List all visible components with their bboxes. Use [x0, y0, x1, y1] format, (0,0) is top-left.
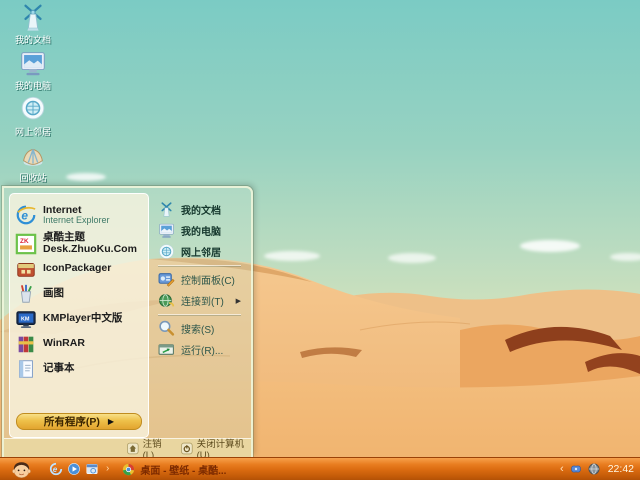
menu-item-title: WinRAR: [43, 338, 85, 349]
menu-item-title: IconPackager: [43, 263, 111, 274]
start-menu-right-column: 我的文档 我的电脑: [149, 188, 251, 438]
log-off-icon: [127, 442, 139, 455]
recycle-bin-icon: [18, 140, 48, 170]
quicklaunch-overflow-chevron[interactable]: ›: [106, 464, 109, 474]
start-button[interactable]: [0, 458, 42, 480]
desktop-icon-my-computer[interactable]: 我的电脑: [4, 48, 62, 92]
taskbar: e › 桌面 - 壁纸 - 桌酷...: [0, 457, 640, 480]
menu-item-label: 控制面板(C): [181, 272, 235, 287]
zhuoku-theme-icon: ZK: [15, 233, 37, 255]
browser-task-icon: [122, 463, 135, 476]
search-icon: [158, 320, 175, 337]
start-menu-item-notepad[interactable]: 记事本: [13, 356, 145, 381]
system-tray: ‹ 22:42: [560, 463, 634, 475]
start-menu-item-control-panel[interactable]: 控制面板(C): [156, 269, 249, 290]
shutdown-power-icon: [181, 442, 193, 455]
start-menu-left-column: e Internet Internet Explorer ZK 桌酷主题Desk…: [9, 193, 149, 438]
taskbar-clock[interactable]: 22:42: [608, 463, 634, 475]
start-menu-item-iconpackager[interactable]: IconPackager: [13, 256, 145, 281]
desktop-icon-recycle-bin[interactable]: 回收站: [4, 140, 62, 184]
paint-icon: [15, 283, 37, 305]
internet-explorer-icon: e: [15, 204, 37, 226]
start-menu-item-search[interactable]: 搜索(S): [156, 318, 249, 339]
menu-item-title: 记事本: [43, 363, 75, 374]
task-item-label: 桌面 - 壁纸 - 桌酷...: [140, 462, 226, 477]
menu-separator: [158, 314, 241, 315]
run-icon: [158, 341, 175, 358]
start-face-icon: [11, 459, 32, 480]
start-menu-item-my-computer[interactable]: 我的电脑: [156, 220, 249, 241]
menu-item-label: 我的电脑: [181, 223, 221, 238]
all-programs-label: 所有程序(P): [44, 414, 100, 429]
network-places-icon: [18, 94, 48, 124]
desktop[interactable]: 我的文档 我的电脑 网上邻居 回收站: [0, 0, 640, 480]
my-computer-icon: [18, 48, 48, 78]
quicklaunch-ie-icon[interactable]: e: [49, 462, 63, 476]
svg-text:e: e: [21, 209, 28, 223]
desktop-icon-label: 我的电脑: [15, 79, 51, 92]
tray-collapse-chevron[interactable]: ‹: [560, 464, 564, 475]
submenu-arrow-icon: ▶: [108, 417, 114, 426]
svg-text:KM: KM: [21, 316, 30, 322]
menu-item-title: KMPlayer中文版: [43, 313, 122, 324]
svg-text:e: e: [53, 465, 58, 474]
start-menu-item-connect-to[interactable]: 连接到(T) ▶: [156, 290, 249, 311]
menu-item-subtitle: Internet Explorer: [43, 216, 110, 225]
tray-messenger-icon[interactable]: [570, 463, 582, 475]
menu-item-title: 画图: [43, 288, 64, 299]
taskbar-task-item[interactable]: 桌面 - 壁纸 - 桌酷...: [122, 462, 226, 477]
menu-item-label: 我的文档: [181, 202, 221, 217]
quicklaunch-media-player-icon[interactable]: [67, 462, 81, 476]
desktop-icon-label: 网上邻居: [15, 125, 51, 138]
submenu-arrow-icon: ▶: [236, 297, 241, 305]
desktop-icon-label: 回收站: [19, 171, 46, 184]
quicklaunch-explorer-icon[interactable]: [85, 462, 99, 476]
menu-item-label: 搜索(S): [181, 321, 214, 336]
all-programs-button[interactable]: 所有程序(P) ▶: [16, 413, 142, 430]
start-menu-item-kmplayer[interactable]: KM KMPlayer中文版: [13, 306, 145, 331]
menu-separator: [158, 265, 241, 266]
tray-globe-icon[interactable]: [588, 463, 600, 475]
notepad-icon: [15, 358, 37, 380]
start-menu-item-network-places[interactable]: 网上邻居: [156, 241, 249, 262]
start-menu-item-internet[interactable]: e Internet Internet Explorer: [13, 199, 145, 231]
menu-item-label: 运行(R)...: [181, 342, 223, 357]
start-menu-item-winrar[interactable]: WinRAR: [13, 331, 145, 356]
winrar-icon: [15, 333, 37, 355]
desktop-icon-my-documents[interactable]: 我的文档: [4, 2, 62, 46]
start-menu-bottom-bar: 注销(L) 关闭计算机(U): [4, 438, 251, 457]
start-menu-item-zhuoku-theme[interactable]: ZK 桌酷主题Desk.ZhuoKu.Com: [13, 231, 145, 256]
control-panel-icon: [158, 271, 175, 288]
connect-to-icon: [158, 292, 175, 309]
network-places-small-icon: [158, 243, 175, 260]
start-menu-item-my-documents[interactable]: 我的文档: [156, 199, 249, 220]
my-documents-icon: [18, 2, 48, 32]
my-computer-small-icon: [158, 222, 175, 239]
desktop-icon-network-places[interactable]: 网上邻居: [4, 94, 62, 138]
quick-launch: e ›: [49, 462, 109, 476]
start-menu-item-run[interactable]: 运行(R)...: [156, 339, 249, 360]
menu-item-label: 网上邻居: [181, 244, 221, 259]
desktop-icon-label: 我的文档: [15, 33, 51, 46]
menu-item-title: 桌酷主题Desk.ZhuoKu.Com: [43, 232, 143, 254]
menu-item-label: 连接到(T): [181, 293, 224, 308]
my-documents-small-icon: [158, 201, 175, 218]
iconpackager-icon: [15, 258, 37, 280]
start-menu-left-spacer: [13, 381, 145, 411]
svg-text:ZK: ZK: [20, 238, 29, 245]
start-menu: e Internet Internet Explorer ZK 桌酷主题Desk…: [2, 186, 253, 457]
kmplayer-icon: KM: [15, 308, 37, 330]
start-menu-item-paint[interactable]: 画图: [13, 281, 145, 306]
